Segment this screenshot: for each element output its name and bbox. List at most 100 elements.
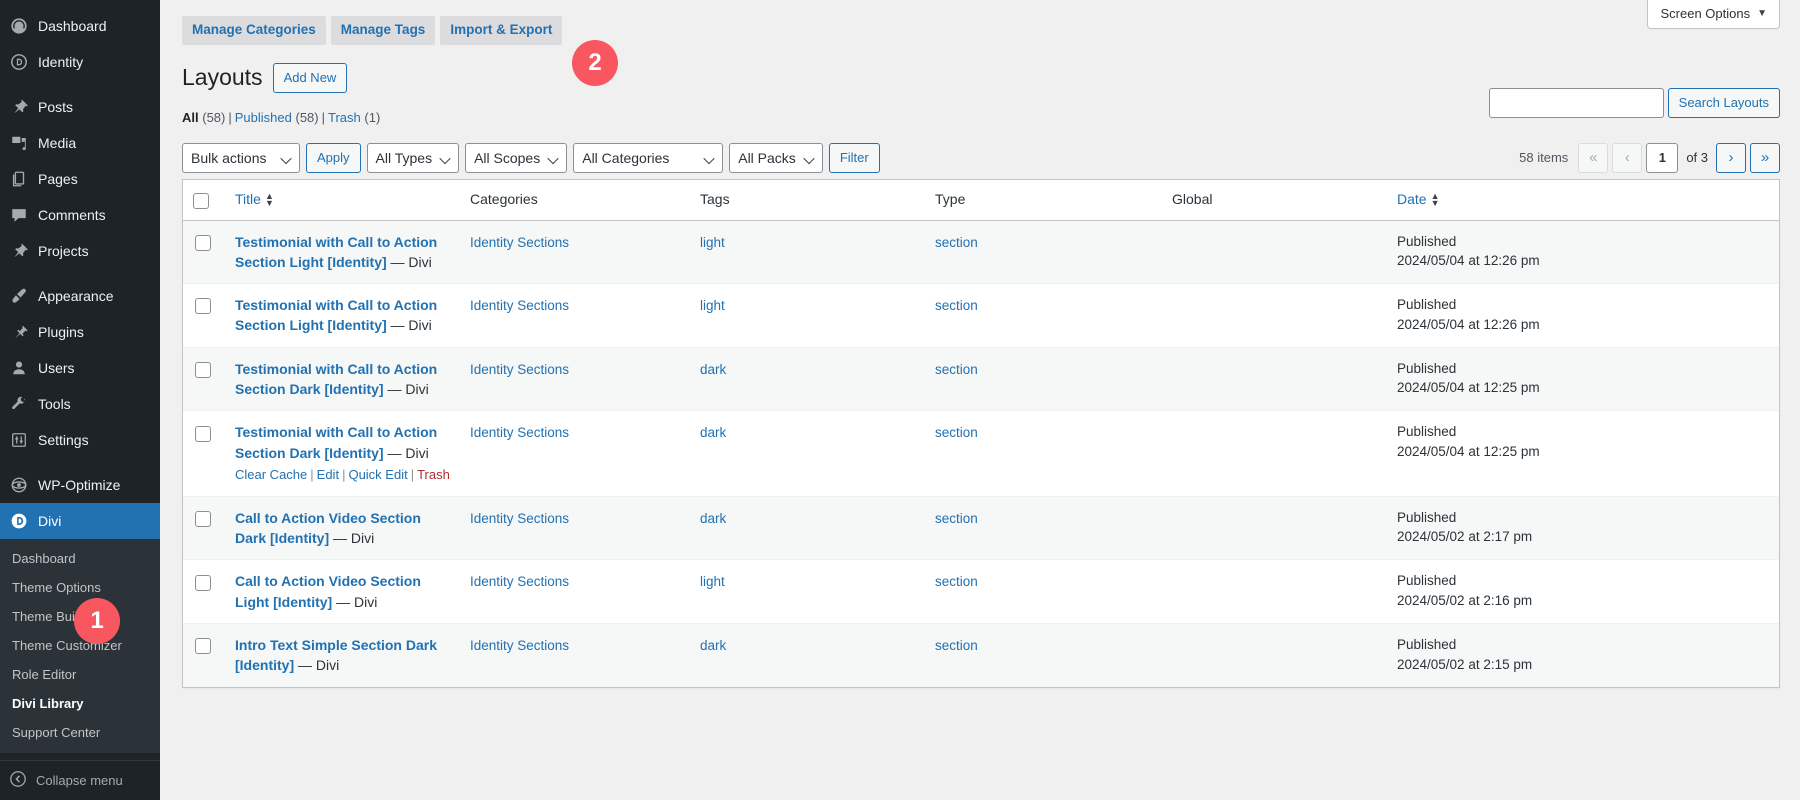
status-link-published[interactable]: Published (58): [235, 105, 319, 131]
cell-type-link[interactable]: section: [935, 362, 978, 377]
cell-tags-link[interactable]: dark: [700, 638, 726, 653]
filter-all-packs-select[interactable]: All Packs: [729, 143, 823, 173]
cell-tags-link[interactable]: light: [700, 574, 725, 589]
cell-categories-link[interactable]: Identity Sections: [470, 362, 569, 377]
prev-page-button[interactable]: ‹: [1612, 143, 1642, 173]
apply-button[interactable]: Apply: [306, 143, 361, 173]
cell-categories-link[interactable]: Identity Sections: [470, 298, 569, 313]
last-page-button[interactable]: »: [1750, 143, 1780, 173]
filter-button[interactable]: Filter: [829, 143, 880, 173]
sidebar-item-divi-library[interactable]: Divi Library: [0, 689, 160, 718]
row-checkbox[interactable]: [195, 298, 211, 314]
add-new-button[interactable]: Add New: [273, 63, 348, 93]
sidebar-item-settings[interactable]: Settings: [0, 422, 160, 458]
row-checkbox[interactable]: [195, 426, 211, 442]
cell-date: Published2024/05/04 at 12:25 pm: [1387, 347, 1779, 411]
sidebar-item-tools[interactable]: Tools: [0, 386, 160, 422]
select-all-checkbox[interactable]: [193, 193, 209, 209]
current-page-input[interactable]: 1: [1646, 143, 1678, 173]
sidebar-item-dashboard[interactable]: Dashboard: [0, 8, 160, 44]
divi-d-icon: [9, 511, 29, 531]
sidebar-item-appearance[interactable]: Appearance: [0, 278, 160, 314]
cell-categories-link[interactable]: Identity Sections: [470, 638, 569, 653]
bulk-actions-select[interactable]: Bulk actions: [182, 143, 300, 173]
status-link-trash-label[interactable]: Trash: [328, 110, 361, 125]
column-header-title[interactable]: Title ▲▼: [225, 180, 460, 221]
sidebar-item-pages[interactable]: Pages: [0, 161, 160, 197]
sidebar-item-media[interactable]: Media: [0, 125, 160, 161]
row-checkbox[interactable]: [195, 511, 211, 527]
row-title-link[interactable]: Call to Action Video Section Light [Iden…: [235, 573, 421, 609]
table-head: Title ▲▼ Categories Tags Type Global Dat…: [183, 180, 1779, 221]
row-action-quick-edit[interactable]: Quick Edit: [348, 467, 407, 482]
cell-type-link[interactable]: section: [935, 574, 978, 589]
cell-categories-link[interactable]: Identity Sections: [470, 511, 569, 526]
row-action-edit[interactable]: Edit: [317, 467, 339, 482]
cell-categories-link[interactable]: Identity Sections: [470, 235, 569, 250]
row-title-link[interactable]: Call to Action Video Section Dark [Ident…: [235, 510, 421, 546]
cell-type-link[interactable]: section: [935, 638, 978, 653]
cell-tags-link[interactable]: light: [700, 235, 725, 250]
cell-type-link[interactable]: section: [935, 425, 978, 440]
cell-tags-link[interactable]: dark: [700, 362, 726, 377]
screen-options-button[interactable]: Screen Options ▼: [1647, 0, 1780, 29]
sidebar-item-wp-optimize[interactable]: WP-Optimize: [0, 467, 160, 503]
first-page-button[interactable]: «: [1578, 143, 1608, 173]
status-link-published-label[interactable]: Published: [235, 110, 292, 125]
cell-tags-link[interactable]: light: [700, 298, 725, 313]
search-layouts-button[interactable]: Search Layouts: [1668, 88, 1780, 118]
status-separator: |: [322, 105, 325, 131]
tab-manage-tags[interactable]: Manage Tags: [331, 16, 436, 45]
search-input[interactable]: [1489, 88, 1664, 118]
row-action-trash[interactable]: Trash: [417, 467, 450, 482]
cell-type-link[interactable]: section: [935, 235, 978, 250]
row-checkbox[interactable]: [195, 362, 211, 378]
cell-categories-link[interactable]: Identity Sections: [470, 574, 569, 589]
date-status: Published: [1397, 422, 1769, 442]
cell-categories-link[interactable]: Identity Sections: [470, 425, 569, 440]
date-status: Published: [1397, 635, 1769, 655]
sidebar-item-label: Comments: [38, 206, 106, 224]
cell-tags-link[interactable]: dark: [700, 425, 726, 440]
date-value: 2024/05/02 at 2:15 pm: [1397, 655, 1769, 675]
sidebar-item-identity[interactable]: Identity: [0, 44, 160, 80]
sidebar-item-users[interactable]: Users: [0, 350, 160, 386]
cell-type-link[interactable]: section: [935, 511, 978, 526]
sidebar-item-comments[interactable]: Comments: [0, 197, 160, 233]
tab-import-export[interactable]: Import & Export: [440, 16, 562, 45]
divi-submenu: Dashboard Theme Options Theme Builder Th…: [0, 539, 160, 753]
row-action-clear-cache[interactable]: Clear Cache: [235, 467, 307, 482]
sidebar-item-projects[interactable]: Projects: [0, 233, 160, 269]
sort-date-link[interactable]: Date ▲▼: [1397, 190, 1440, 210]
status-link-all[interactable]: All (58): [182, 105, 225, 131]
tab-manage-categories[interactable]: Manage Categories: [182, 16, 326, 45]
row-checkbox[interactable]: [195, 638, 211, 654]
pagination: 58 items « ‹ 1 of 3 › »: [1519, 143, 1780, 173]
sidebar-item-support-center[interactable]: Support Center: [0, 718, 160, 747]
layouts-table-wrap: Title ▲▼ Categories Tags Type Global Dat…: [182, 179, 1780, 688]
sidebar-item-role-editor[interactable]: Role Editor: [0, 660, 160, 689]
sort-title-link[interactable]: Title ▲▼: [235, 190, 274, 210]
table-body: Testimonial with Call to Action Section …: [183, 221, 1779, 687]
sidebar-item-plugins[interactable]: Plugins: [0, 314, 160, 350]
next-page-button[interactable]: ›: [1716, 143, 1746, 173]
sidebar-item-divi-dashboard[interactable]: Dashboard: [0, 544, 160, 573]
filter-all-types-select[interactable]: All Types: [367, 143, 460, 173]
sidebar-item-posts[interactable]: Posts: [0, 89, 160, 125]
cell-type-link[interactable]: section: [935, 298, 978, 313]
row-checkbox[interactable]: [195, 575, 211, 591]
sidebar-item-divi[interactable]: Divi: [0, 503, 160, 539]
table-row: Call to Action Video Section Dark [Ident…: [183, 496, 1779, 560]
cell-tags-link[interactable]: dark: [700, 511, 726, 526]
column-header-date[interactable]: Date ▲▼: [1387, 180, 1779, 221]
status-link-all-label[interactable]: All: [182, 110, 199, 125]
row-title-suffix: — Divi: [387, 254, 432, 270]
status-link-trash[interactable]: Trash (1): [328, 105, 380, 131]
collapse-menu-button[interactable]: Collapse menu: [0, 761, 160, 800]
filter-all-scopes-select[interactable]: All Scopes: [465, 143, 567, 173]
filter-all-categories-select[interactable]: All Categories: [573, 143, 723, 173]
row-checkbox[interactable]: [195, 235, 211, 251]
sidebar-item-label: Appearance: [38, 287, 114, 305]
sidebar-item-theme-options[interactable]: Theme Options: [0, 573, 160, 602]
search-box: Search Layouts: [1489, 88, 1780, 118]
